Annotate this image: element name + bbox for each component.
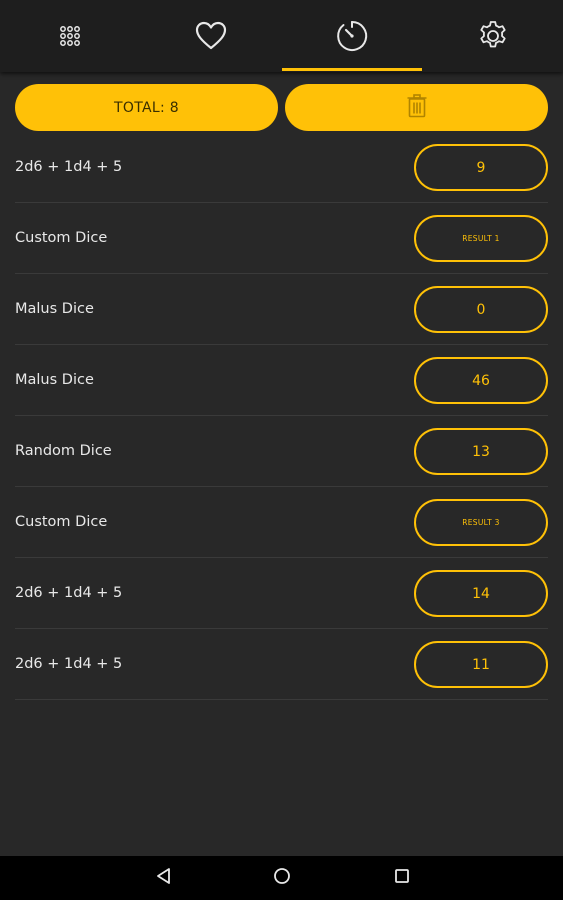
roll-label: Custom Dice	[15, 514, 108, 530]
roll-label: Malus Dice	[15, 301, 94, 317]
total-label: TOTAL: 8	[114, 99, 179, 116]
roll-label: Malus Dice	[15, 372, 94, 388]
trash-icon	[407, 93, 427, 122]
roll-label: Random Dice	[15, 443, 112, 459]
history-row[interactable]: 2d6 + 1d4 + 5 9	[15, 132, 548, 203]
total-button[interactable]: TOTAL: 8	[15, 84, 278, 131]
history-row[interactable]: Random Dice 13	[15, 416, 548, 487]
history-timer-icon	[335, 19, 369, 53]
clear-history-button[interactable]	[285, 84, 548, 131]
tab-dice[interactable]	[0, 0, 140, 72]
nav-recents-button[interactable]	[378, 856, 426, 900]
result-pill[interactable]: RESULT 3	[414, 499, 548, 546]
history-row[interactable]: 2d6 + 1d4 + 5 11	[15, 629, 548, 700]
history-list: 2d6 + 1d4 + 5 9 Custom Dice RESULT 1 Mal…	[15, 132, 548, 700]
history-row[interactable]: 2d6 + 1d4 + 5 14	[15, 558, 548, 629]
result-pill[interactable]: 46	[414, 357, 548, 404]
heart-icon	[195, 21, 227, 51]
roll-label: Custom Dice	[15, 230, 108, 246]
history-row[interactable]: Custom Dice RESULT 3	[15, 487, 548, 558]
back-icon	[155, 867, 173, 889]
history-row[interactable]: Malus Dice 46	[15, 345, 548, 416]
recents-icon	[393, 867, 411, 889]
tab-history[interactable]	[282, 0, 422, 72]
nav-back-button[interactable]	[140, 856, 188, 900]
result-pill[interactable]: 14	[414, 570, 548, 617]
roll-label: 2d6 + 1d4 + 5	[15, 656, 123, 672]
dice-grid-icon	[58, 24, 82, 48]
history-row[interactable]: Custom Dice RESULT 1	[15, 203, 548, 274]
tab-favorites[interactable]	[141, 0, 281, 72]
result-pill[interactable]: 9	[414, 144, 548, 191]
result-pill[interactable]: 0	[414, 286, 548, 333]
top-tab-bar	[0, 0, 563, 72]
roll-label: 2d6 + 1d4 + 5	[15, 159, 123, 175]
result-pill[interactable]: 11	[414, 641, 548, 688]
result-pill[interactable]: 13	[414, 428, 548, 475]
nav-home-button[interactable]	[258, 856, 306, 900]
gear-icon	[477, 20, 509, 52]
selected-tab-indicator	[282, 68, 422, 71]
history-row[interactable]: Malus Dice 0	[15, 274, 548, 345]
result-pill[interactable]: RESULT 1	[414, 215, 548, 262]
roll-label: 2d6 + 1d4 + 5	[15, 585, 123, 601]
system-navigation-bar	[0, 856, 563, 900]
tab-settings[interactable]	[423, 0, 563, 72]
home-icon	[273, 867, 291, 889]
